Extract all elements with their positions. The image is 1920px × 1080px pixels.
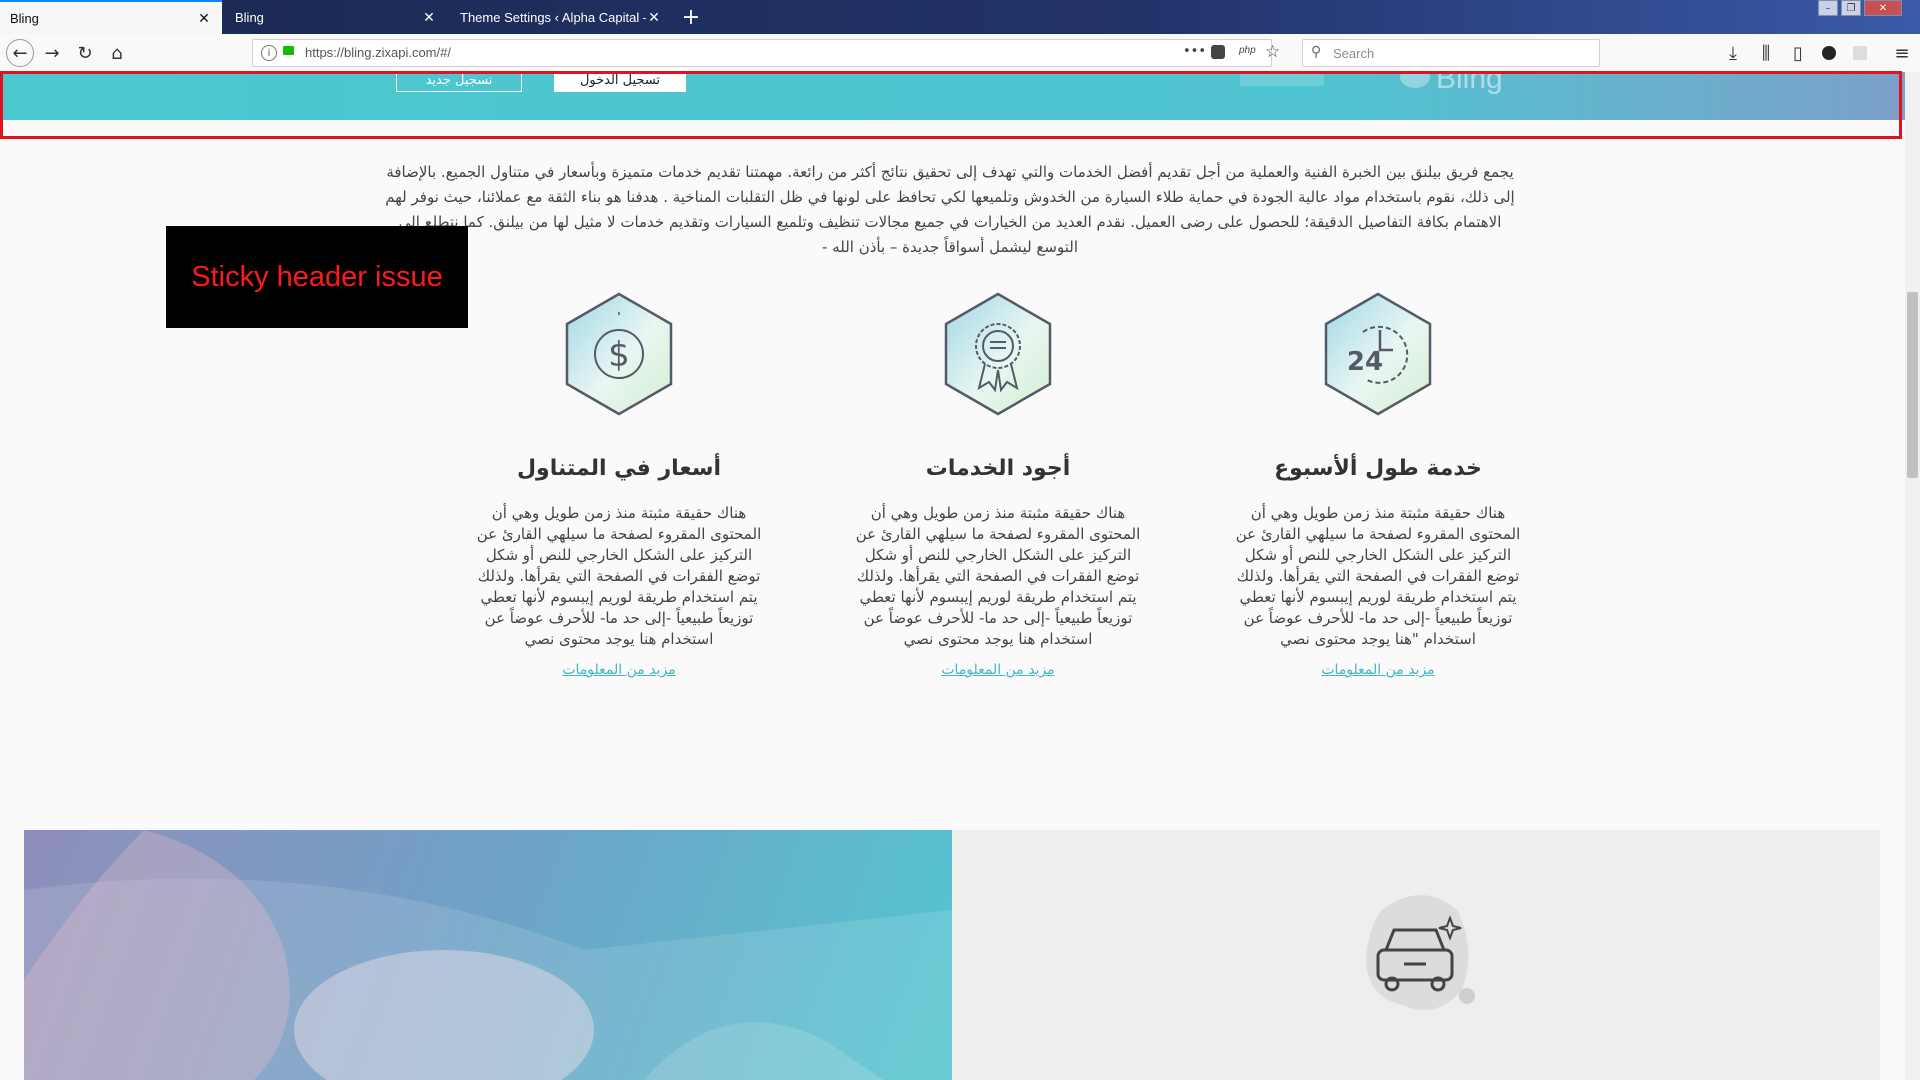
svg-text:24: 24 (1347, 347, 1383, 377)
close-tab-icon[interactable]: ✕ (421, 9, 437, 25)
back-icon[interactable]: ← (6, 39, 34, 67)
more-info-link[interactable]: مزيد من المعلومات (1321, 662, 1434, 678)
browser-tab-active[interactable]: Bling ✕ (0, 0, 222, 34)
search-input[interactable]: Search (1333, 46, 1374, 61)
forward-icon[interactable]: → (40, 41, 64, 65)
library-icon[interactable]: ⫼ (1754, 41, 1778, 65)
close-tab-icon[interactable]: ✕ (646, 9, 662, 25)
tab-title: Bling (10, 10, 39, 26)
intro-line: الاهتمام بكافة التفاصيل الدقيقة؛ للحصول … (398, 213, 1502, 231)
search-icon: ⚲ (1311, 44, 1322, 60)
info-icon[interactable]: i (261, 45, 277, 61)
lock-icon (283, 46, 294, 55)
feature-description: هناك حقيقة مثبتة منذ زمن طويل وهي أن الم… (476, 504, 762, 648)
nav-bar: ← → ↻ ⌂ i https://bling.zixapi.com/#/ ••… (0, 34, 1920, 73)
issue-highlight-box (0, 71, 1902, 139)
minimize-icon[interactable]: – (1818, 0, 1838, 16)
tab-title: Bling (235, 9, 264, 25)
car-polishing-photo (24, 830, 952, 1080)
intro-line: إلى ذلك، نقوم باستخدام مواد عالية الجودة… (385, 188, 1515, 206)
url-text[interactable]: https://bling.zixapi.com/#/ (305, 45, 451, 60)
tab-bar: Bling ✕ Bling ✕ Theme Settings ‹ Alpha C… (0, 0, 1920, 34)
feature-title: أسعار في المتناول (516, 456, 722, 481)
browser-tab[interactable]: Bling ✕ (225, 0, 447, 34)
feature-title: أجود الخدمات (925, 456, 1071, 481)
24-hour-icon: 24 (1324, 292, 1432, 416)
svg-text:$: $ (608, 335, 630, 375)
download-icon[interactable]: ⤓ (1721, 41, 1745, 65)
annotation-label: Sticky header issue (166, 226, 468, 328)
pocket-icon[interactable] (1211, 45, 1225, 59)
more-info-link[interactable]: مزيد من المعلومات (562, 662, 675, 678)
extension-icon[interactable] (1822, 46, 1836, 60)
maximize-icon[interactable]: ❐ (1841, 0, 1861, 16)
feature-title: خدمة طول ألأسبوع (1274, 456, 1482, 481)
bookmark-star-icon[interactable]: ☆ (1265, 42, 1280, 62)
feature-description: هناك حقيقة مثبتة منذ زمن طويل وهي أن الم… (1235, 504, 1521, 648)
photo-illustration (24, 830, 952, 1080)
intro-paragraph: يجمع فريق بيلنق بين الخبرة الفنية والعمل… (380, 160, 1520, 260)
intro-line: التوسع ليشمل أسواقاً جديدة – بأذن الله - (822, 238, 1078, 256)
car-wash-icon (1366, 895, 1475, 1010)
new-tab-button[interactable]: + (676, 0, 706, 34)
extension-icon[interactable] (1853, 46, 1867, 60)
close-window-icon[interactable]: ✕ (1864, 0, 1902, 16)
feature-card-services: أجود الخدمات هناك حقيقة مثبتة منذ زمن طو… (853, 292, 1143, 678)
close-tab-icon[interactable]: ✕ (196, 10, 212, 26)
dollar-icon: $ (565, 292, 673, 416)
award-badge-icon (944, 292, 1052, 416)
intro-line: يجمع فريق بيلنق بين الخبرة الفنية والعمل… (386, 163, 1514, 181)
sidebar-icon[interactable]: ▯ (1786, 41, 1810, 65)
service-panel (952, 830, 1880, 1080)
tab-title: Theme Settings ‹ Alpha Capital — W (460, 9, 646, 25)
php-extension-icon[interactable]: php (1239, 45, 1256, 56)
annotation-text: Sticky header issue (191, 260, 443, 293)
scrollbar-thumb[interactable] (1907, 292, 1918, 478)
feature-card-weekly-service: 24 خدمة طول ألأسبوع هناك حقيقة مثبتة منذ… (1233, 292, 1523, 678)
page-scrollbar[interactable] (1905, 72, 1920, 1080)
menu-icon[interactable]: ≡ (1890, 41, 1914, 65)
reload-icon[interactable]: ↻ (73, 41, 97, 65)
feature-card-prices: $ أسعار في المتناول هناك حقيقة مثبتة منذ… (474, 292, 764, 678)
page-actions-icon[interactable]: ••• (1183, 44, 1206, 59)
home-icon[interactable]: ⌂ (105, 41, 129, 65)
browser-tab[interactable]: Theme Settings ‹ Alpha Capital — W ✕ (450, 0, 672, 34)
url-bar[interactable]: i https://bling.zixapi.com/#/ ••• php ☆ (252, 39, 1280, 67)
more-info-link[interactable]: مزيد من المعلومات (941, 662, 1054, 678)
feature-description: هناك حقيقة مثبتة منذ زمن طويل وهي أن الم… (855, 504, 1141, 648)
